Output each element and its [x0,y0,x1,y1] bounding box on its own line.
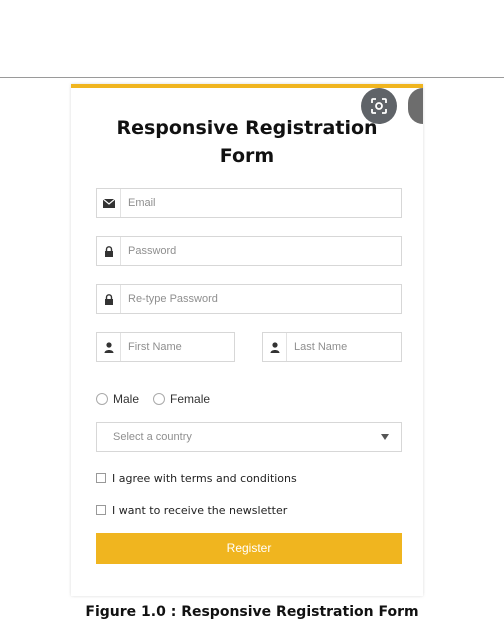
agree-terms-row: I agree with terms and conditions [96,471,297,485]
register-button[interactable]: Register [96,533,402,564]
google-lens-button[interactable] [361,88,397,124]
email-field[interactable]: Email [96,188,402,218]
gender-radio-group: Male Female [96,391,224,407]
female-radio[interactable] [153,393,166,405]
card-accent-bar [71,84,423,88]
country-select[interactable]: Select a country [96,422,402,452]
newsletter-row: I want to receive the newsletter [96,503,287,517]
form-title-line2: Form [219,145,275,167]
user-icon [263,333,287,361]
retype-password-field[interactable]: Re-type Password [96,284,402,314]
form-title: Responsive Registration Form [71,114,423,170]
lock-icon [97,285,121,313]
male-radio[interactable] [96,393,108,405]
figure-caption: Figure 1.0 : Responsive Registration For… [85,604,419,620]
google-lens-icon [371,98,387,114]
country-placeholder: Select a country [113,431,192,443]
password-placeholder: Password [128,245,177,257]
agree-terms-label[interactable]: I agree with terms and conditions [112,472,297,485]
newsletter-label[interactable]: I want to receive the newsletter [112,504,287,517]
caret-down-icon [381,434,389,440]
last-name-field[interactable]: Last Name [262,332,402,362]
female-label[interactable]: Female [170,392,210,406]
agree-terms-checkbox[interactable] [96,473,106,483]
email-placeholder: Email [128,197,156,209]
retype-password-placeholder: Re-type Password [128,293,218,305]
first-name-field[interactable]: First Name [96,332,235,362]
top-divider [0,77,504,78]
first-name-placeholder: First Name [128,341,182,353]
password-field[interactable]: Password [96,236,402,266]
lock-icon [97,237,121,265]
last-name-placeholder: Last Name [294,341,348,353]
envelope-icon [97,189,121,217]
newsletter-checkbox[interactable] [96,505,106,515]
user-icon [97,333,121,361]
registration-card: Responsive Registration Form Email Passw… [71,84,423,596]
male-label[interactable]: Male [113,392,139,406]
